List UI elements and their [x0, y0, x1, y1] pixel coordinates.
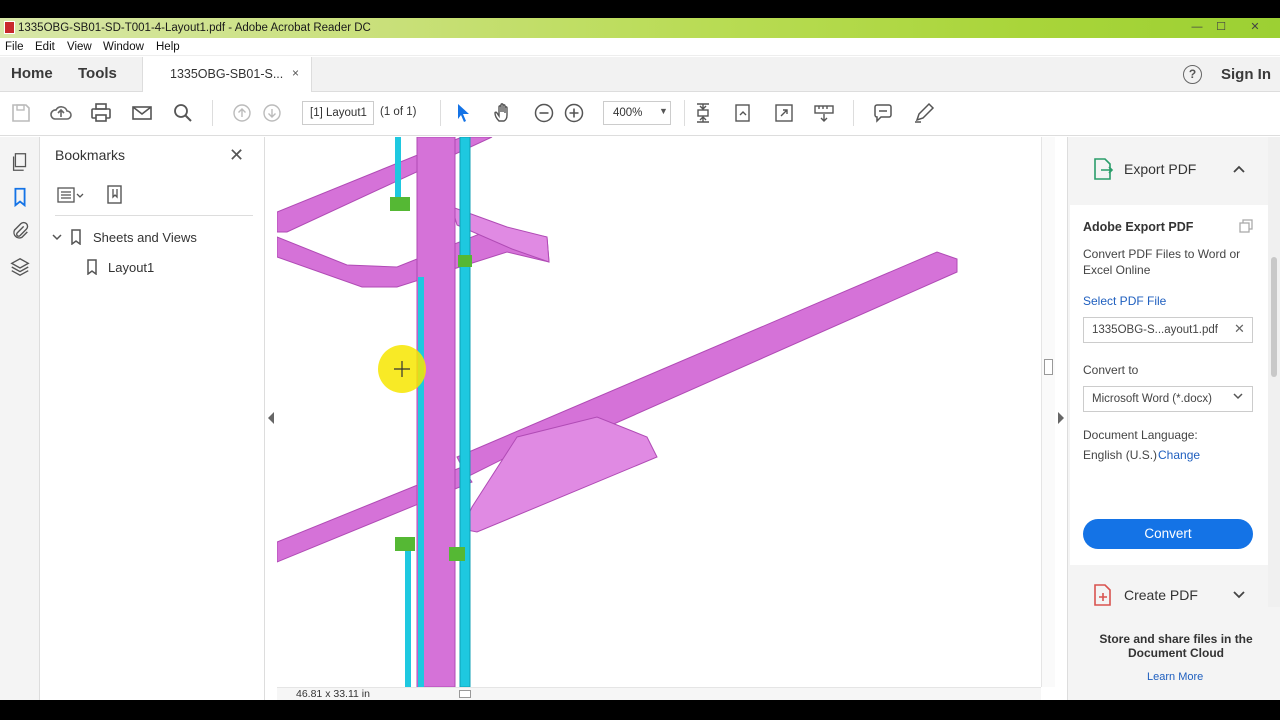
pdf-page-canvas[interactable]: [277, 137, 1041, 687]
format-select[interactable]: Microsoft Word (*.docx): [1083, 386, 1253, 412]
panel-description: Convert PDF Files to Word or Excel Onlin…: [1083, 247, 1241, 277]
document-tab-label: 1335OBG-SB01-S...: [170, 67, 284, 81]
vertical-scrollbar[interactable]: [1041, 137, 1055, 687]
next-page-icon[interactable]: [260, 101, 284, 125]
maximize-button[interactable]: ☐: [1210, 18, 1232, 36]
menu-file[interactable]: File: [5, 40, 24, 54]
fit-page-icon[interactable]: [691, 101, 715, 125]
nav-home[interactable]: Home: [11, 65, 53, 82]
print-icon[interactable]: [89, 101, 113, 125]
bookmark-options-icon[interactable]: [56, 184, 86, 206]
window-title: 1335OBG-SB01-SD-T001-4-Layout1.pdf - Ado…: [18, 22, 371, 34]
create-pdf-icon: [1094, 584, 1111, 606]
bookmark-item-sheets-and-views[interactable]: Sheets and Views: [93, 230, 197, 245]
menu-help[interactable]: Help: [156, 40, 180, 54]
bookmark-item-layout1[interactable]: Layout1: [108, 260, 154, 275]
minimize-button[interactable]: —: [1186, 18, 1208, 36]
acrobat-icon: [4, 21, 15, 34]
divider: [55, 215, 253, 216]
learn-more-link[interactable]: Learn More: [1147, 671, 1203, 683]
email-icon[interactable]: [130, 101, 154, 125]
attachment-icon[interactable]: [9, 220, 31, 242]
page-count: (1 of 1): [380, 106, 417, 118]
bookmarks-panel: [40, 137, 265, 700]
toolbar-separator: [212, 100, 213, 126]
document-cloud-promo: Store and share files in the Document Cl…: [1099, 632, 1253, 660]
layers-icon[interactable]: [9, 256, 31, 278]
chevron-down-icon[interactable]: ▼: [659, 106, 668, 116]
search-icon[interactable]: [171, 101, 195, 125]
bottom-frame: [0, 700, 1280, 720]
convert-button[interactable]: Convert: [1083, 519, 1253, 549]
bookmark-icon: [87, 259, 97, 275]
save-icon[interactable]: [9, 101, 33, 125]
document-tab-close-icon[interactable]: ×: [292, 66, 299, 80]
document-language-label: Document Language:: [1083, 428, 1198, 442]
page-thumbnails-icon[interactable]: [9, 151, 31, 173]
toolbar-separator: [684, 100, 685, 126]
create-pdf-header[interactable]: Create PDF: [1124, 587, 1198, 603]
page-number-input[interactable]: [1] Layout1: [302, 101, 374, 125]
scrolling-mode-icon[interactable]: [812, 101, 836, 125]
hand-tool-icon[interactable]: [491, 101, 515, 125]
comment-icon[interactable]: [871, 101, 895, 125]
cursor-highlight: [378, 345, 426, 393]
panel-title: Adobe Export PDF: [1083, 220, 1194, 234]
menu-window[interactable]: Window: [103, 40, 144, 54]
chevron-down-icon[interactable]: [1232, 589, 1246, 601]
close-icon[interactable]: ✕: [1234, 321, 1245, 337]
export-pdf-header[interactable]: Export PDF: [1124, 161, 1196, 177]
copy-icon[interactable]: [1238, 218, 1254, 234]
bookmark-icon: [71, 229, 81, 245]
rotate-page-icon[interactable]: [731, 101, 755, 125]
collapse-right-pane-icon[interactable]: [1056, 410, 1066, 426]
selected-file-field[interactable]: 1335OBG-S...ayout1.pdf: [1083, 317, 1253, 343]
previous-page-icon[interactable]: [230, 101, 254, 125]
right-pane-scrollbar[interactable]: [1268, 137, 1280, 607]
collapse-left-pane-icon[interactable]: [266, 410, 276, 426]
new-bookmark-icon[interactable]: [103, 183, 127, 207]
menu-view[interactable]: View: [67, 40, 92, 54]
convert-to-label: Convert to: [1083, 363, 1139, 377]
chevron-down-icon[interactable]: [51, 231, 63, 243]
sign-in-link[interactable]: Sign In: [1221, 66, 1271, 83]
chevron-up-icon[interactable]: [1232, 163, 1246, 175]
menu-edit[interactable]: Edit: [35, 40, 55, 54]
cable-tray-drawing: [277, 137, 958, 687]
toolbar-separator: [440, 100, 441, 126]
export-pdf-icon: [1094, 158, 1114, 180]
close-icon[interactable]: ✕: [229, 145, 244, 166]
help-icon[interactable]: ?: [1183, 65, 1202, 84]
horizontal-scrollbar[interactable]: [277, 687, 1041, 700]
zoom-out-icon[interactable]: [532, 101, 556, 125]
bookmarks-title: Bookmarks: [55, 147, 126, 163]
toolbar-separator: [853, 100, 854, 126]
menu-bar: [0, 38, 1280, 56]
select-cursor-icon[interactable]: [451, 101, 475, 125]
upload-cloud-icon[interactable]: [49, 101, 73, 125]
close-window-button[interactable]: ✕: [1244, 18, 1266, 36]
page-size-readout: 46.81 x 33.11 in: [296, 688, 370, 700]
document-language-value: English (U.S.): [1083, 448, 1158, 462]
draw-pen-icon[interactable]: [912, 101, 936, 125]
full-screen-icon[interactable]: [772, 101, 796, 125]
nav-tools[interactable]: Tools: [78, 65, 117, 82]
select-pdf-file-link[interactable]: Select PDF File: [1083, 294, 1166, 308]
bookmark-icon[interactable]: [9, 186, 31, 208]
chevron-down-icon[interactable]: [1232, 390, 1244, 402]
change-language-link[interactable]: Change: [1158, 448, 1200, 462]
zoom-in-icon[interactable]: [562, 101, 586, 125]
